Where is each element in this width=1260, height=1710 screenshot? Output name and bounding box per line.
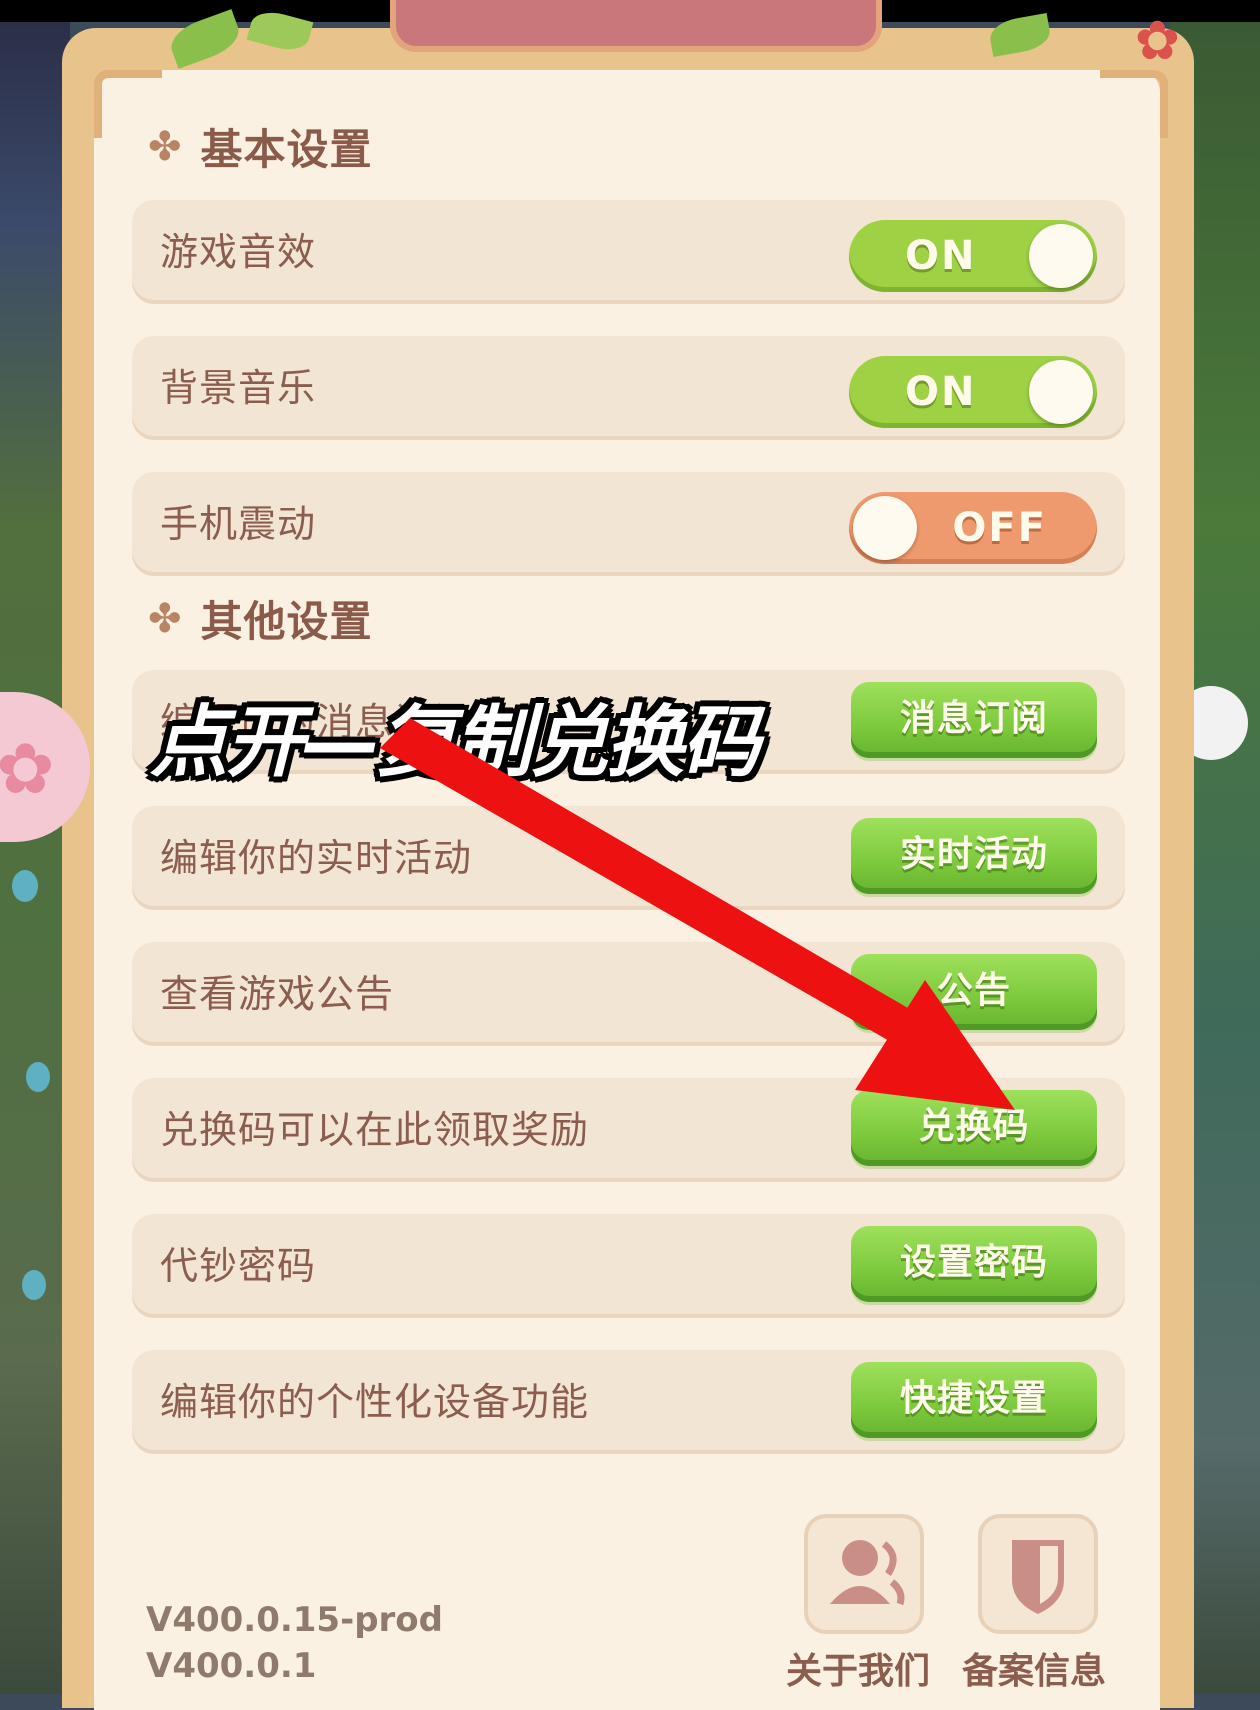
- toggle-knob: [1029, 224, 1093, 288]
- people-icon: [830, 1540, 905, 1606]
- shortcut-settings-button[interactable]: 快捷设置: [851, 1362, 1097, 1438]
- setting-label: 代钞密码: [160, 1244, 317, 1288]
- toggle-state-text: OFF: [952, 505, 1047, 551]
- record-info-label: 备案信息: [962, 1651, 1107, 1692]
- setting-row-redeem-code: 兑换码可以在此领取奖励 兑换码: [132, 1078, 1125, 1182]
- panel-title-tab: [390, 0, 882, 52]
- toggle-knob: [853, 496, 917, 560]
- sound-toggle[interactable]: ON: [849, 220, 1097, 292]
- setting-label: 编辑你的个性化设备功能: [160, 1380, 590, 1424]
- redeem-code-button[interactable]: 兑换码: [851, 1090, 1097, 1166]
- toggle-state-text: ON: [905, 369, 977, 415]
- setting-row-vibration: 手机震动 OFF: [132, 472, 1125, 576]
- setting-label: 编辑你的实时活动: [160, 836, 473, 880]
- section-title: 其他设置: [200, 597, 373, 646]
- section-basic-settings: ✤ 基本设置: [148, 116, 373, 177]
- clover-icon: ✤: [148, 123, 183, 170]
- version-line-2: V400.0.1: [146, 1646, 317, 1686]
- toggle-knob: [1029, 360, 1093, 424]
- toggle-state-text: ON: [905, 233, 977, 279]
- announcement-button[interactable]: 公告: [851, 954, 1097, 1030]
- about-us-label: 关于我们: [786, 1651, 931, 1692]
- setting-row-announcement: 查看游戏公告 公告: [132, 942, 1125, 1046]
- set-password-button[interactable]: 设置密码: [851, 1226, 1097, 1302]
- flower-ornament-icon: ✿: [1134, 9, 1180, 72]
- setting-label: 查看游戏公告: [160, 972, 395, 1016]
- setting-label: 兑换码可以在此领取奖励: [160, 1108, 590, 1152]
- record-info-button[interactable]: [978, 1514, 1098, 1634]
- subscription-button[interactable]: 消息订阅: [851, 682, 1097, 758]
- setting-row-music: 背景音乐 ON: [132, 336, 1125, 440]
- about-us-button[interactable]: [804, 1514, 924, 1634]
- section-other-settings: ✤ 其他设置: [148, 588, 373, 649]
- live-activity-button[interactable]: 实时活动: [851, 818, 1097, 894]
- flower-icon: ✿: [0, 728, 55, 810]
- vibration-toggle[interactable]: OFF: [849, 492, 1097, 564]
- setting-row-shortcut: 编辑你的个性化设备功能 快捷设置: [132, 1350, 1125, 1454]
- music-toggle[interactable]: ON: [849, 356, 1097, 428]
- setting-label: 游戏音效: [160, 230, 317, 274]
- version-line-1: V400.0.15-prod: [146, 1600, 444, 1640]
- shield-icon: [1012, 1540, 1064, 1614]
- setting-label: 背景音乐: [160, 366, 317, 410]
- setting-label: 手机震动: [160, 502, 317, 546]
- game-background-left: [0, 22, 70, 1694]
- setting-row-password: 代钞密码 设置密码: [132, 1214, 1125, 1318]
- overlay-caption: 点开—复制兑换码: [150, 698, 760, 788]
- section-title: 基本设置: [200, 125, 373, 174]
- setting-row-live-activity: 编辑你的实时活动 实时活动: [132, 806, 1125, 910]
- clover-icon: ✤: [148, 595, 183, 642]
- setting-row-sound: 游戏音效 ON: [132, 200, 1125, 304]
